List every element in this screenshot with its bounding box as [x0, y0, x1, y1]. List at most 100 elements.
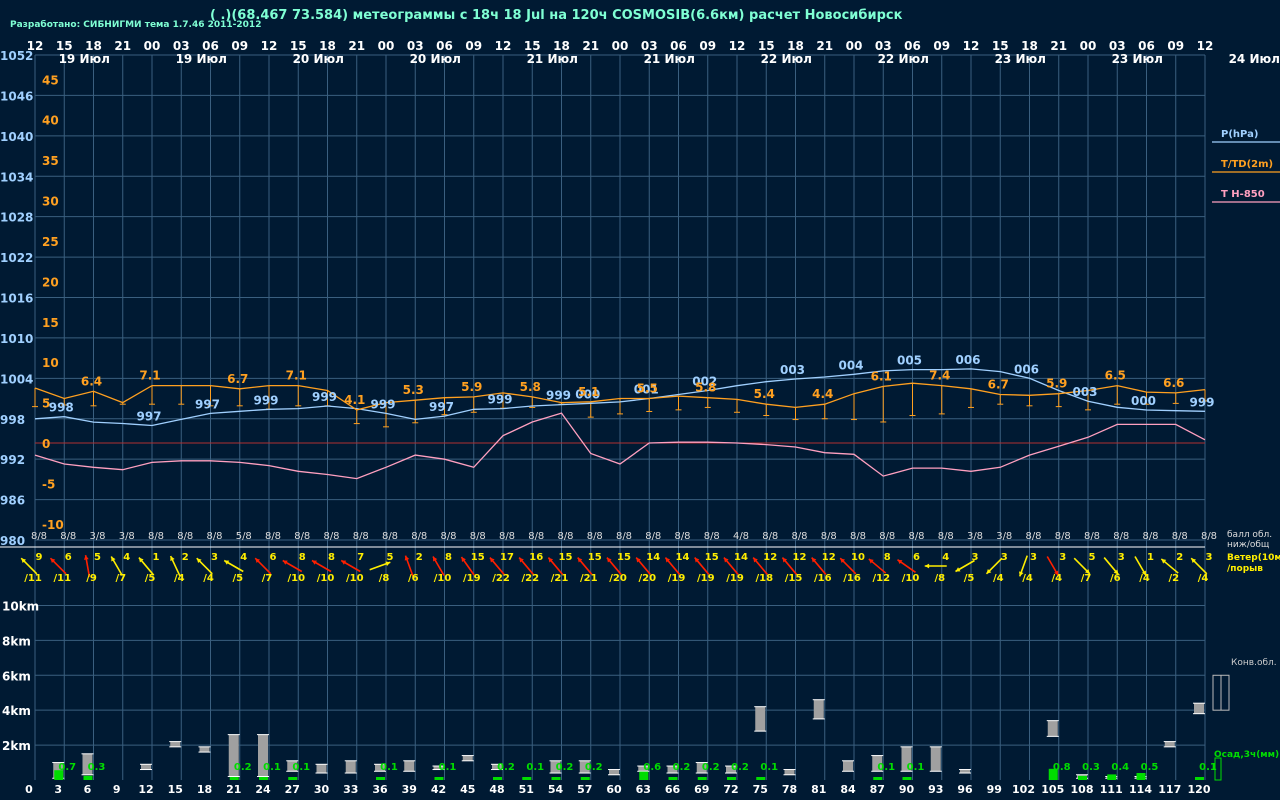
precip-value-label: 0.3 — [88, 762, 106, 773]
hour-tick-label: 09 — [1167, 39, 1184, 53]
temp-tick-label: 25 — [42, 235, 59, 249]
wind-speed-label: 2 — [1176, 552, 1183, 563]
hour-tick-label: 00 — [1080, 39, 1097, 53]
wind-arrow — [924, 563, 947, 569]
temp-value-label: 5.1 — [578, 385, 599, 399]
forecast-hour-label: 15 — [168, 783, 183, 796]
height-tick-label: 8km — [2, 634, 31, 648]
cloud-layer — [1193, 702, 1205, 715]
precip-title: Осад,3ч(мм) — [1214, 750, 1279, 760]
hour-tick-label: 00 — [612, 39, 629, 53]
temp-value-label: 6.7 — [988, 378, 1009, 392]
cloud-amount-label: 8/8 — [1055, 531, 1071, 542]
forecast-hour-label: 9 — [113, 783, 121, 796]
meteogram-svg: 12 15 18 21 00 03 06 09 12 15 18 21 00 03 06 09 12 15 18 21… — [0, 0, 1280, 796]
wind-gust-label: /4 — [993, 573, 1004, 584]
wind-gust-label: /2 — [1168, 573, 1179, 584]
wind-speed-label: 8 — [445, 552, 452, 563]
cloud-amount-label: 8/8 — [499, 531, 515, 542]
wind-speed-label: 3 — [1059, 552, 1066, 563]
wind-speed-label: 4 — [942, 552, 949, 563]
wind-gust-label: /15 — [785, 573, 803, 584]
cloud-amount-label: 8/8 — [60, 531, 76, 542]
temp-value-label: 5.9 — [461, 380, 482, 394]
wind-gust-label: /4 — [1051, 573, 1062, 584]
wind-gust-label: /6 — [1110, 573, 1121, 584]
wind-speed-label: 17 — [500, 552, 514, 563]
wind-speed-label: 4 — [240, 552, 247, 563]
cloud-amount-label: 8/8 — [1084, 531, 1100, 542]
cloud-layer-bar — [843, 760, 853, 772]
hour-tick-label: 18 — [1021, 39, 1038, 53]
precip-bar — [83, 775, 93, 780]
wind-gust-label: /21 — [551, 573, 569, 584]
hour-tick-label: 21 — [348, 39, 365, 53]
precip-bar — [902, 777, 912, 780]
wind-speed-label: 3 — [1118, 552, 1125, 563]
precip-value-label: 0.1 — [907, 762, 925, 773]
pressure-tick-label: 1004 — [0, 372, 33, 386]
precip-value-label: 0.2 — [702, 762, 720, 773]
temp-value-label: 4.4 — [812, 387, 833, 401]
forecast-hour-label: 99 — [987, 783, 1002, 796]
wind-title: Ветер(10м) — [1227, 553, 1280, 563]
forecast-hour-label: 42 — [431, 783, 446, 796]
precip-value-label: 0.5 — [1141, 762, 1159, 773]
cloud-layer — [198, 746, 211, 753]
wind-arrow — [49, 557, 67, 575]
pressure-value-label: 998 — [49, 401, 74, 415]
pressure-tick-label: 1040 — [0, 130, 33, 144]
forecast-hour-label: 45 — [460, 783, 475, 796]
precip-value-label: 0.1 — [439, 762, 457, 773]
cloud-amount-label: 8/8 — [353, 531, 369, 542]
wind-gust-label: /20 — [609, 573, 627, 584]
hour-tick-label: 12 — [261, 39, 278, 53]
precip-value-label: 0.1 — [1199, 762, 1217, 773]
cloud-layer — [403, 760, 416, 772]
temp-value-label: 5.4 — [754, 387, 775, 401]
precip-value-label: 0.1 — [877, 762, 895, 773]
cloud-layer — [959, 769, 971, 774]
cloud-amount-label: 8/8 — [294, 531, 310, 542]
forecast-hour-label: 57 — [577, 783, 592, 796]
wind-speed-label: 16 — [529, 552, 543, 563]
hour-tick-label: 12 — [495, 39, 512, 53]
cloud-layer-bar — [1164, 741, 1175, 747]
hour-tick-label: 06 — [202, 39, 219, 53]
wind-speed-label: 1 — [153, 552, 160, 563]
temp-value-label: 5.8 — [520, 380, 541, 394]
date-label: 23 Июл — [995, 52, 1046, 66]
wind-gust-label: /20 — [638, 573, 656, 584]
precip-value-label: 0.1 — [263, 762, 281, 773]
cloud-amount-label: 8/8 — [879, 531, 895, 542]
cloud-amount-label: 8/8 — [704, 531, 720, 542]
wind-speed-label: 9 — [36, 552, 43, 563]
wind-gust-label: /6 — [408, 573, 419, 584]
forecast-hour-label: 96 — [957, 783, 973, 796]
precip-bar — [1136, 773, 1146, 780]
wind-gust-label: /10 — [287, 573, 305, 584]
wind-gust-label: /8 — [934, 573, 945, 584]
forecast-hour-label: 36 — [372, 783, 388, 796]
precip-value-label: 0.1 — [526, 762, 544, 773]
forecast-hour-label: 105 — [1041, 783, 1064, 796]
wind-gust-label: /12 — [872, 573, 890, 584]
cloud-layer — [1046, 720, 1059, 737]
date-label: 19 Июл — [176, 52, 227, 66]
conv-cloud-legend-mark — [1212, 674, 1230, 711]
pressure-value-label: 000 — [1131, 394, 1156, 408]
temp-tick-label: -5 — [42, 477, 55, 491]
wind-arrow — [254, 557, 272, 575]
cloud-layer-bar — [960, 769, 970, 774]
precip-value-label: 0.2 — [234, 762, 252, 773]
cloud-layer — [608, 769, 620, 776]
temp-value-label: 7.4 — [929, 369, 950, 383]
wind-arrow-head — [924, 563, 930, 569]
forecast-hour-label: 18 — [197, 783, 212, 796]
temp-tick-label: 0 — [42, 437, 50, 451]
cloud-amount-label: 8/8 — [821, 531, 837, 542]
wind-gust-label: /4 — [1022, 573, 1033, 584]
hour-tick-label: 06 — [436, 39, 453, 53]
wind-gust-label: /4 — [174, 573, 185, 584]
hour-tick-label: 00 — [144, 39, 161, 53]
